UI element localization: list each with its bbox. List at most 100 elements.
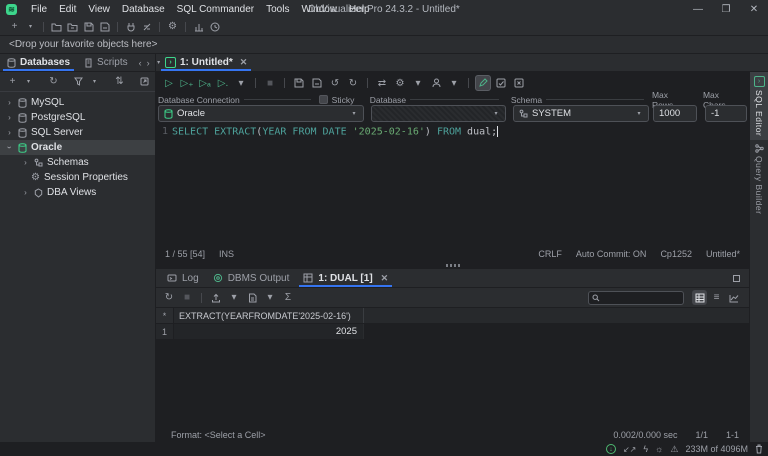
- memory-usage[interactable]: 233M of 4096M: [685, 444, 748, 454]
- sidebar-filter-icon[interactable]: [71, 74, 86, 89]
- expand-chevron-icon[interactable]: ›: [5, 128, 14, 137]
- sql-code-editor[interactable]: 1 SELECT EXTRACT(YEAR FROM DATE '2025-02…: [156, 122, 749, 246]
- execute-buffer-button[interactable]: ▷ₐ: [197, 75, 213, 91]
- updates-download-icon[interactable]: ↓: [606, 444, 616, 454]
- save-as-icon[interactable]: [97, 19, 112, 34]
- describe-icon[interactable]: [244, 290, 260, 306]
- history-clock-icon[interactable]: [207, 19, 222, 34]
- tab-databases[interactable]: Databases: [0, 54, 77, 71]
- sidebar-filter-dropdown-icon[interactable]: ▾: [87, 74, 102, 89]
- execute-explain-button[interactable]: ▷.: [215, 75, 231, 91]
- tree-item-sql-server[interactable]: › SQL Server: [0, 125, 155, 140]
- tab-close-icon[interactable]: ✕: [237, 57, 248, 68]
- save-icon[interactable]: [81, 19, 96, 34]
- open-folder-icon[interactable]: [49, 19, 64, 34]
- collapse-arrows-icon[interactable]: ↙↗: [623, 445, 636, 454]
- clear-editor-icon[interactable]: [511, 75, 527, 91]
- tree-item-schemas[interactable]: › Schemas: [0, 155, 155, 170]
- editor-settings-gear-icon[interactable]: ⚙: [392, 75, 408, 91]
- execute-dropdown-icon[interactable]: ▾: [233, 75, 249, 91]
- grid-column-header[interactable]: EXTRACT(YEARFROMDATE'2025-02-16'): [174, 308, 364, 323]
- tree-item-session-properties[interactable]: ⚙ Session Properties: [0, 170, 155, 185]
- grid-view-toggle-icon[interactable]: [692, 290, 707, 305]
- export-dropdown-icon[interactable]: ▾: [226, 290, 242, 306]
- menu-tools[interactable]: Tools: [260, 4, 295, 15]
- tab-prev-icon[interactable]: ‹: [139, 58, 142, 68]
- undo-icon[interactable]: ↺: [327, 75, 343, 91]
- window-maximize-icon[interactable]: ❐: [712, 0, 740, 18]
- favorites-bar[interactable]: <Drop your favorite objects here>: [0, 36, 768, 54]
- editor-save-as-icon[interactable]: [309, 75, 325, 91]
- maximize-panel-icon[interactable]: [732, 274, 741, 283]
- result-tab-close-icon[interactable]: ✕: [378, 273, 389, 284]
- auto-commit[interactable]: Auto Commit: ON: [576, 249, 647, 259]
- warning-icon[interactable]: ⚠: [670, 444, 678, 455]
- vtab-query-builder[interactable]: Query Builder: [750, 140, 768, 218]
- export-icon[interactable]: [208, 290, 224, 306]
- grid-row-number[interactable]: 1: [156, 324, 174, 339]
- menu-window[interactable]: Window: [295, 4, 343, 15]
- execute-button[interactable]: ▷: [161, 75, 177, 91]
- menu-help[interactable]: Help: [343, 4, 376, 15]
- aggregate-sigma-icon[interactable]: Σ: [280, 290, 296, 306]
- sidebar-add-dropdown-icon[interactable]: ▾: [21, 74, 36, 89]
- garbage-collect-trash-icon[interactable]: [755, 444, 763, 454]
- menu-sql-commander[interactable]: SQL Commander: [171, 4, 260, 15]
- tab-dbms-output[interactable]: DBMS Output: [206, 269, 297, 287]
- sticky-checkbox[interactable]: [319, 95, 328, 104]
- menu-file[interactable]: File: [25, 4, 53, 15]
- new-object-dropdown-icon[interactable]: ▾: [23, 19, 38, 34]
- menu-database[interactable]: Database: [116, 4, 171, 15]
- text-view-toggle-icon[interactable]: ≡: [709, 290, 724, 305]
- charts-icon[interactable]: [191, 19, 206, 34]
- tree-item-oracle[interactable]: › Oracle: [0, 140, 155, 155]
- window-close-icon[interactable]: ✕: [740, 0, 768, 18]
- window-minimize-icon[interactable]: —: [684, 0, 712, 18]
- menu-edit[interactable]: Edit: [53, 4, 82, 15]
- menu-view[interactable]: View: [82, 4, 116, 15]
- redo-icon[interactable]: ↻: [345, 75, 361, 91]
- new-object-button[interactable]: +: [7, 19, 22, 34]
- tab-log[interactable]: Log: [160, 269, 206, 287]
- schema-select[interactable]: SYSTEM ▾: [513, 105, 649, 122]
- encoding[interactable]: Cp1252: [660, 249, 692, 259]
- tab-next-icon[interactable]: ›: [147, 58, 150, 68]
- editor-save-icon[interactable]: [291, 75, 307, 91]
- results-search[interactable]: [588, 291, 684, 305]
- editor-settings-dropdown-icon[interactable]: ▾: [410, 75, 426, 91]
- expand-chevron-icon[interactable]: ›: [5, 98, 14, 107]
- chart-view-toggle-icon[interactable]: [726, 290, 741, 305]
- tab-result-dual[interactable]: 1: DUAL [1] ✕: [296, 269, 395, 287]
- connect-icon[interactable]: [123, 19, 138, 34]
- permissions-dropdown-icon[interactable]: ▾: [446, 75, 462, 91]
- vtab-sql-editor[interactable]: › SQL Editor: [750, 72, 768, 140]
- comment-toggle-icon[interactable]: [493, 75, 509, 91]
- edit-mode-button[interactable]: [475, 75, 491, 91]
- compare-icon[interactable]: ⇄: [374, 75, 390, 91]
- sidebar-add-button[interactable]: +: [5, 74, 20, 89]
- sidebar-refresh-icon[interactable]: ↻: [46, 74, 61, 89]
- expand-chevron-icon[interactable]: ›: [21, 158, 30, 167]
- tool-properties-gear-icon[interactable]: ⚙: [165, 19, 180, 34]
- grid-cell[interactable]: 2025: [174, 324, 364, 339]
- sidebar-collapse-all-icon[interactable]: ⇅: [112, 74, 127, 89]
- stop-button[interactable]: ■: [262, 75, 278, 91]
- rerun-icon[interactable]: ↻: [161, 290, 177, 306]
- sidebar-open-object-icon[interactable]: [137, 74, 152, 89]
- max-chars-input[interactable]: -1: [705, 105, 747, 122]
- describe-dropdown-icon[interactable]: ▾: [262, 290, 278, 306]
- line-ending[interactable]: CRLF: [538, 249, 562, 259]
- tree-item-mysql[interactable]: › MySQL: [0, 95, 155, 110]
- expand-chevron-icon[interactable]: ›: [5, 113, 14, 122]
- collapse-chevron-icon[interactable]: ›: [5, 143, 14, 152]
- expand-chevron-icon[interactable]: ›: [21, 188, 30, 197]
- max-rows-input[interactable]: 1000: [653, 105, 697, 122]
- result-stop-icon[interactable]: ■: [179, 290, 195, 306]
- database-select[interactable]: ▾: [371, 105, 506, 122]
- execute-current-button[interactable]: ▷₊: [179, 75, 195, 91]
- tree-item-dba-views[interactable]: › DBA Views: [0, 185, 155, 200]
- tab-sql-untitled[interactable]: › 1: Untitled* ✕: [158, 54, 254, 71]
- permissions-icon[interactable]: [428, 75, 444, 91]
- grid-corner-cell[interactable]: *: [156, 308, 174, 323]
- results-search-input[interactable]: [603, 293, 680, 303]
